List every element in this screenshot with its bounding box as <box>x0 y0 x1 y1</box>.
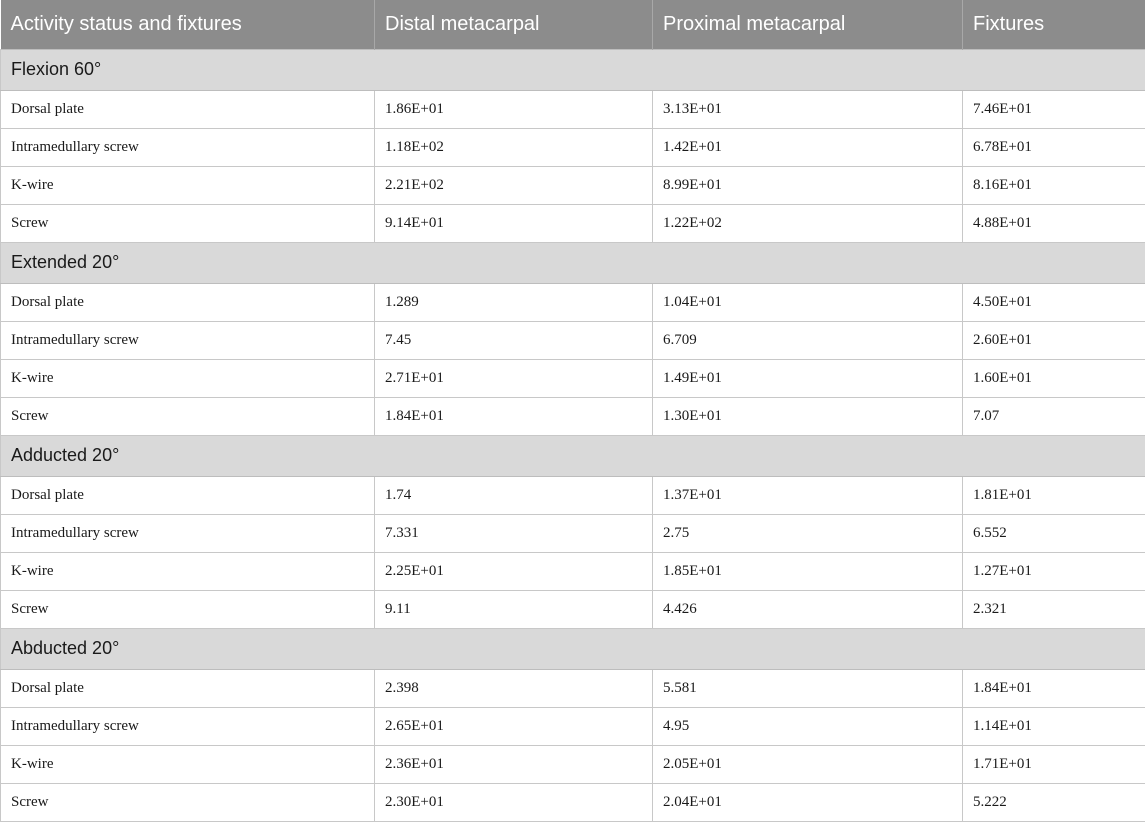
distal-value: 1.18E+02 <box>374 127 653 167</box>
fixtures-value: 4.88E+01 <box>962 203 1145 243</box>
distal-value: 7.45 <box>374 320 653 360</box>
fixture-label: K-wire <box>0 551 375 591</box>
distal-value: 2.398 <box>374 668 653 708</box>
fixtures-value: 1.71E+01 <box>962 744 1145 784</box>
distal-value: 7.331 <box>374 513 653 553</box>
proximal-value: 6.709 <box>652 320 963 360</box>
distal-value: 1.84E+01 <box>374 396 653 436</box>
fixtures-value: 1.81E+01 <box>962 475 1145 515</box>
distal-value: 2.71E+01 <box>374 358 653 398</box>
fixture-label: K-wire <box>0 744 375 784</box>
fixture-label: Dorsal plate <box>0 89 375 129</box>
header-activity: Activity status and fixtures <box>0 0 375 49</box>
fixtures-value: 1.84E+01 <box>962 668 1145 708</box>
fixture-label: Dorsal plate <box>0 282 375 322</box>
fixture-label: K-wire <box>0 165 375 205</box>
fixture-label: Intramedullary screw <box>0 320 375 360</box>
proximal-value: 1.04E+01 <box>652 282 963 322</box>
distal-value: 9.11 <box>374 589 653 629</box>
fixture-label: Intramedullary screw <box>0 127 375 167</box>
distal-value: 2.36E+01 <box>374 744 653 784</box>
proximal-value: 2.05E+01 <box>652 744 963 784</box>
table-row: Dorsal plate 2.398 5.581 1.84E+01 <box>0 668 1145 708</box>
table-row: Screw 2.30E+01 2.04E+01 5.222 <box>0 782 1145 822</box>
distal-value: 2.25E+01 <box>374 551 653 591</box>
proximal-value: 1.22E+02 <box>652 203 963 243</box>
proximal-value: 3.13E+01 <box>652 89 963 129</box>
fixture-label: Screw <box>0 203 375 243</box>
table-row: Intramedullary screw 7.45 6.709 2.60E+01 <box>0 320 1145 360</box>
distal-value: 9.14E+01 <box>374 203 653 243</box>
data-table: Activity status and fixtures Distal meta… <box>0 0 1145 822</box>
fixtures-value: 2.321 <box>962 589 1145 629</box>
section-row: Abducted 20° <box>0 627 1145 670</box>
table-row: Intramedullary screw 1.18E+02 1.42E+01 6… <box>0 127 1145 167</box>
table-row: Screw 1.84E+01 1.30E+01 7.07 <box>0 396 1145 436</box>
table-row: Intramedullary screw 2.65E+01 4.95 1.14E… <box>0 706 1145 746</box>
distal-value: 2.21E+02 <box>374 165 653 205</box>
distal-value: 1.289 <box>374 282 653 322</box>
fixtures-value: 5.222 <box>962 782 1145 822</box>
table-row: K-wire 2.25E+01 1.85E+01 1.27E+01 <box>0 551 1145 591</box>
fixtures-value: 6.78E+01 <box>962 127 1145 167</box>
fixture-label: Screw <box>0 782 375 822</box>
table-row: Screw 9.14E+01 1.22E+02 4.88E+01 <box>0 203 1145 243</box>
distal-value: 1.86E+01 <box>374 89 653 129</box>
fixtures-value: 8.16E+01 <box>962 165 1145 205</box>
fixtures-value: 1.14E+01 <box>962 706 1145 746</box>
fixtures-value: 4.50E+01 <box>962 282 1145 322</box>
proximal-value: 1.30E+01 <box>652 396 963 436</box>
header-distal: Distal metacarpal <box>374 0 653 49</box>
fixtures-value: 1.60E+01 <box>962 358 1145 398</box>
proximal-value: 1.85E+01 <box>652 551 963 591</box>
fixture-label: Dorsal plate <box>0 475 375 515</box>
section-row: Adducted 20° <box>0 434 1145 477</box>
fixture-label: Dorsal plate <box>0 668 375 708</box>
fixture-label: Intramedullary screw <box>0 513 375 553</box>
header-fixtures: Fixtures <box>962 0 1145 49</box>
proximal-value: 1.42E+01 <box>652 127 963 167</box>
fixtures-value: 6.552 <box>962 513 1145 553</box>
proximal-value: 1.37E+01 <box>652 475 963 515</box>
distal-value: 2.30E+01 <box>374 782 653 822</box>
fixtures-value: 7.46E+01 <box>962 89 1145 129</box>
section-title: Adducted 20° <box>0 434 1145 477</box>
table-row: Screw 9.11 4.426 2.321 <box>0 589 1145 629</box>
proximal-value: 4.426 <box>652 589 963 629</box>
table-row: Dorsal plate 1.289 1.04E+01 4.50E+01 <box>0 282 1145 322</box>
fixture-label: K-wire <box>0 358 375 398</box>
table-row: K-wire 2.21E+02 8.99E+01 8.16E+01 <box>0 165 1145 205</box>
table-row: Intramedullary screw 7.331 2.75 6.552 <box>0 513 1145 553</box>
proximal-value: 1.49E+01 <box>652 358 963 398</box>
proximal-value: 2.75 <box>652 513 963 553</box>
table-row: K-wire 2.71E+01 1.49E+01 1.60E+01 <box>0 358 1145 398</box>
table-row: K-wire 2.36E+01 2.05E+01 1.71E+01 <box>0 744 1145 784</box>
fixtures-value: 1.27E+01 <box>962 551 1145 591</box>
fixtures-value: 7.07 <box>962 396 1145 436</box>
fixture-label: Screw <box>0 396 375 436</box>
table-header: Activity status and fixtures Distal meta… <box>0 0 1145 49</box>
section-title: Extended 20° <box>0 241 1145 284</box>
section-row: Flexion 60° <box>0 48 1145 91</box>
section-title: Abducted 20° <box>0 627 1145 670</box>
proximal-value: 4.95 <box>652 706 963 746</box>
section-title: Flexion 60° <box>0 48 1145 91</box>
proximal-value: 8.99E+01 <box>652 165 963 205</box>
proximal-value: 5.581 <box>652 668 963 708</box>
header-proximal: Proximal metacarpal <box>652 0 963 49</box>
table-row: Dorsal plate 1.86E+01 3.13E+01 7.46E+01 <box>0 89 1145 129</box>
header-row: Activity status and fixtures Distal meta… <box>0 0 1145 49</box>
fixtures-value: 2.60E+01 <box>962 320 1145 360</box>
proximal-value: 2.04E+01 <box>652 782 963 822</box>
table-body: Flexion 60° Dorsal plate 1.86E+01 3.13E+… <box>0 48 1145 822</box>
fixture-label: Screw <box>0 589 375 629</box>
section-row: Extended 20° <box>0 241 1145 284</box>
distal-value: 2.65E+01 <box>374 706 653 746</box>
distal-value: 1.74 <box>374 475 653 515</box>
table-row: Dorsal plate 1.74 1.37E+01 1.81E+01 <box>0 475 1145 515</box>
fixture-label: Intramedullary screw <box>0 706 375 746</box>
